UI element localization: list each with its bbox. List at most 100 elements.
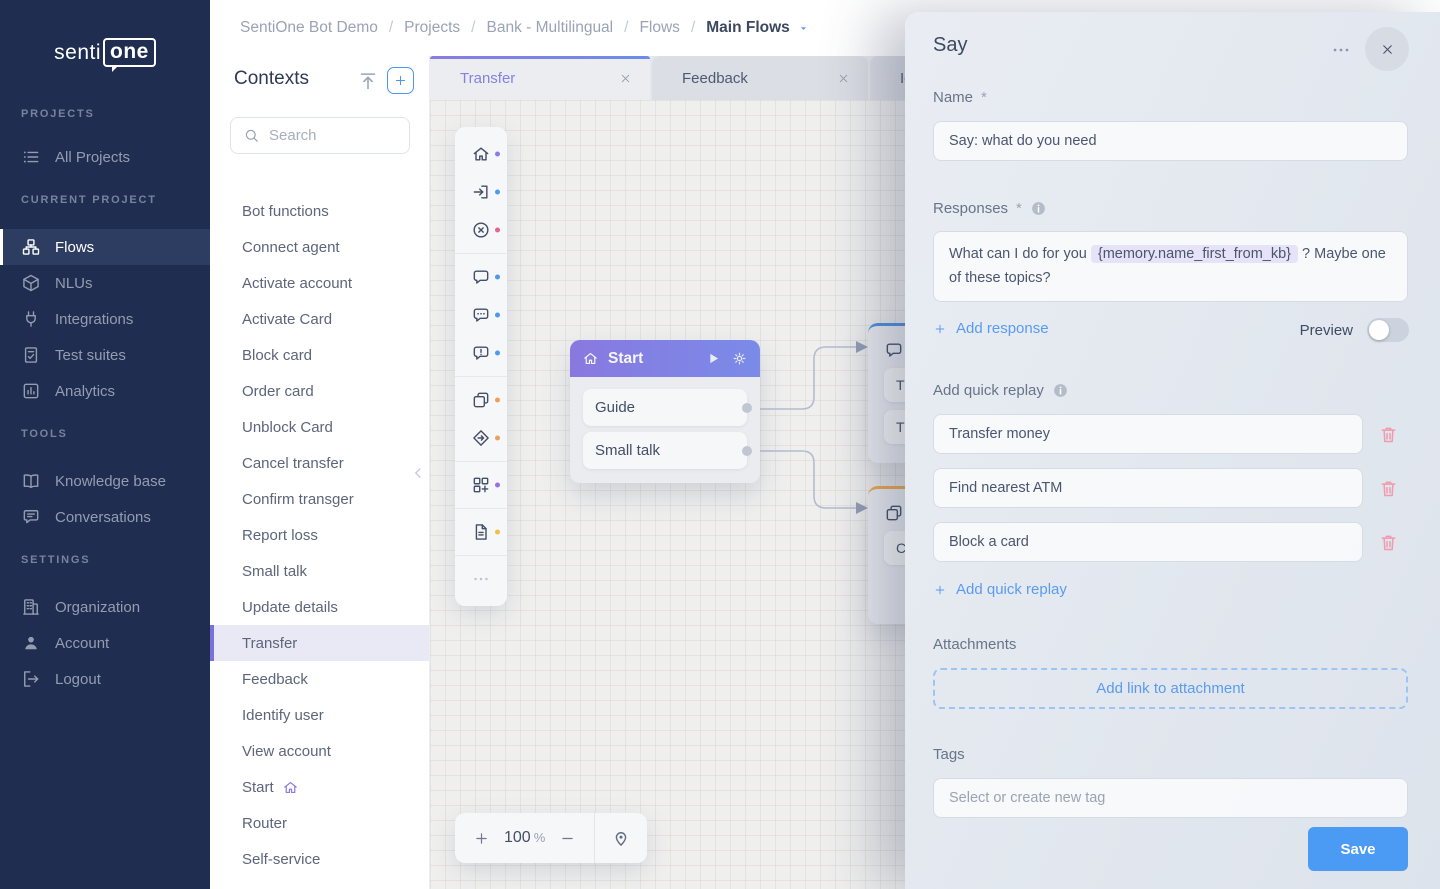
context-item-router[interactable]: Router xyxy=(210,805,429,841)
context-item-self-service[interactable]: Self-service xyxy=(210,841,429,877)
sidebar-item-logout[interactable]: Logout xyxy=(0,661,210,697)
toolbar-divider xyxy=(455,508,507,509)
start-node-title: Start xyxy=(608,350,696,368)
context-item-transfer[interactable]: Transfer xyxy=(210,625,429,661)
zoom-controls: 100% xyxy=(455,813,647,863)
sidebar-item-test-suites[interactable]: Test suites xyxy=(0,337,210,373)
context-item-identify-user[interactable]: Identify user xyxy=(210,697,429,733)
sidebar-item-all-projects[interactable]: All Projects xyxy=(0,139,210,175)
zoom-out-icon[interactable] xyxy=(559,830,576,847)
sidebar-item-conversations[interactable]: Conversations xyxy=(0,499,210,535)
decision-icon[interactable] xyxy=(455,419,507,457)
sidebar-item-analytics[interactable]: Analytics xyxy=(0,373,210,409)
context-item-order-card[interactable]: Order card xyxy=(210,373,429,409)
chat-exclaim-icon[interactable] xyxy=(455,334,507,372)
breadcrumb-item-bank-multilingual[interactable]: Bank - Multilingual xyxy=(486,19,613,37)
context-item-unblock-card[interactable]: Unblock Card xyxy=(210,409,429,445)
connector-handle[interactable] xyxy=(742,403,752,413)
memory-variable-pill[interactable]: {memory.name_first_from_kb} xyxy=(1091,245,1298,263)
plus-icon xyxy=(933,322,947,336)
collapse-panel-chevron-icon[interactable] xyxy=(409,464,427,482)
close-panel-button[interactable] xyxy=(1365,27,1409,71)
breadcrumb-item-project[interactable]: SentiOne Bot Demo xyxy=(240,19,378,37)
sidebar-item-flows[interactable]: Flows xyxy=(0,229,210,265)
gear-icon[interactable] xyxy=(731,350,748,367)
zoom-in-icon[interactable] xyxy=(473,830,490,847)
tab-transfer[interactable]: Transfer xyxy=(430,56,650,100)
signin-icon[interactable] xyxy=(455,173,507,211)
close-tab-icon[interactable] xyxy=(837,72,850,85)
info-icon[interactable] xyxy=(1030,200,1047,217)
breadcrumb-dropdown-caret-icon[interactable] xyxy=(798,23,809,34)
context-item-confirm-transger[interactable]: Confirm transger xyxy=(210,481,429,517)
start-option-guide[interactable]: Guide xyxy=(583,389,747,426)
context-item-activate-card[interactable]: Activate Card xyxy=(210,301,429,337)
connector-handle[interactable] xyxy=(742,446,752,456)
trash-icon[interactable] xyxy=(1378,478,1399,499)
zoom-value: 100 xyxy=(504,829,531,846)
context-item-activate-account[interactable]: Activate account xyxy=(210,265,429,301)
trash-icon[interactable] xyxy=(1378,532,1399,553)
add-context-button[interactable] xyxy=(387,67,414,94)
name-field[interactable] xyxy=(933,121,1408,161)
info-icon[interactable] xyxy=(1052,382,1069,399)
chat-bubble-icon[interactable] xyxy=(455,258,507,296)
play-icon[interactable] xyxy=(705,350,722,367)
flows-icon xyxy=(21,237,41,257)
quick-reply-field-2[interactable] xyxy=(933,468,1363,508)
sidebar-item-integrations[interactable]: Integrations xyxy=(0,301,210,337)
quick-reply-field-1[interactable] xyxy=(933,414,1363,454)
tags-label: Tags xyxy=(933,746,965,763)
search-input[interactable] xyxy=(269,127,397,144)
add-response-button[interactable]: Add response xyxy=(933,320,1049,337)
start-option-small-talk[interactable]: Small talk xyxy=(583,432,747,469)
save-button[interactable]: Save xyxy=(1308,827,1408,871)
copy-icon[interactable] xyxy=(455,381,507,419)
plug-icon xyxy=(21,309,41,329)
sidebar-item-organization[interactable]: Organization xyxy=(0,589,210,625)
context-item-feedback[interactable]: Feedback xyxy=(210,661,429,697)
home-icon[interactable] xyxy=(455,135,507,173)
sidebar-item-knowledge-base[interactable]: Knowledge base xyxy=(0,463,210,499)
start-node-header[interactable]: Start xyxy=(570,340,760,377)
trash-icon[interactable] xyxy=(1378,424,1399,445)
tags-input[interactable] xyxy=(933,778,1408,818)
context-item-start[interactable]: Start xyxy=(210,769,429,805)
quick-reply-field-3[interactable] xyxy=(933,522,1363,562)
context-item-report-loss[interactable]: Report loss xyxy=(210,517,429,553)
context-item-block-card[interactable]: Block card xyxy=(210,337,429,373)
palette-dot xyxy=(495,351,500,356)
center-canvas-button[interactable] xyxy=(595,828,647,848)
close-tab-icon[interactable] xyxy=(619,72,632,85)
add-quick-reply-button[interactable]: Add quick replay xyxy=(933,581,1067,598)
close-icon xyxy=(1380,42,1395,57)
preview-toggle[interactable] xyxy=(1367,318,1409,342)
context-item-view-account[interactable]: View account xyxy=(210,733,429,769)
breadcrumb-item-flows[interactable]: Flows xyxy=(639,19,679,37)
section-header-projects: PROJECTS xyxy=(21,108,95,120)
palette-dot xyxy=(495,436,500,441)
sentione-logo: sentione xyxy=(0,38,210,67)
person-icon xyxy=(21,633,41,653)
context-item-small-talk[interactable]: Small talk xyxy=(210,553,429,589)
chat-dots-icon[interactable] xyxy=(455,296,507,334)
breadcrumb-item-main-flows[interactable]: Main Flows xyxy=(706,19,790,37)
sidebar-item-nlus[interactable]: NLUs xyxy=(0,265,210,301)
palette-dot xyxy=(495,152,500,157)
context-item-update-details[interactable]: Update details xyxy=(210,589,429,625)
upload-icon[interactable] xyxy=(357,70,379,92)
document-icon[interactable] xyxy=(455,513,507,551)
tab-feedback[interactable]: Feedback xyxy=(652,56,868,100)
add-attachment-button[interactable]: Add link to attachment xyxy=(933,668,1408,709)
context-item-cancel-transfer[interactable]: Cancel transfer xyxy=(210,445,429,481)
close-circle-icon[interactable] xyxy=(455,211,507,249)
breadcrumb-item-projects[interactable]: Projects xyxy=(404,19,460,37)
more-dots-icon[interactable] xyxy=(455,560,507,598)
more-options-icon[interactable] xyxy=(1330,39,1352,61)
sidebar-item-account[interactable]: Account xyxy=(0,625,210,661)
response-textarea[interactable]: What can I do for you {memory.name_first… xyxy=(933,231,1408,302)
grid-plus-icon[interactable] xyxy=(455,466,507,504)
context-item-connect-agent[interactable]: Connect agent xyxy=(210,229,429,265)
context-item-bot-functions[interactable]: Bot functions xyxy=(210,193,429,229)
main-sidebar: sentione PROJECTS All Projects CURRENT P… xyxy=(0,0,210,889)
